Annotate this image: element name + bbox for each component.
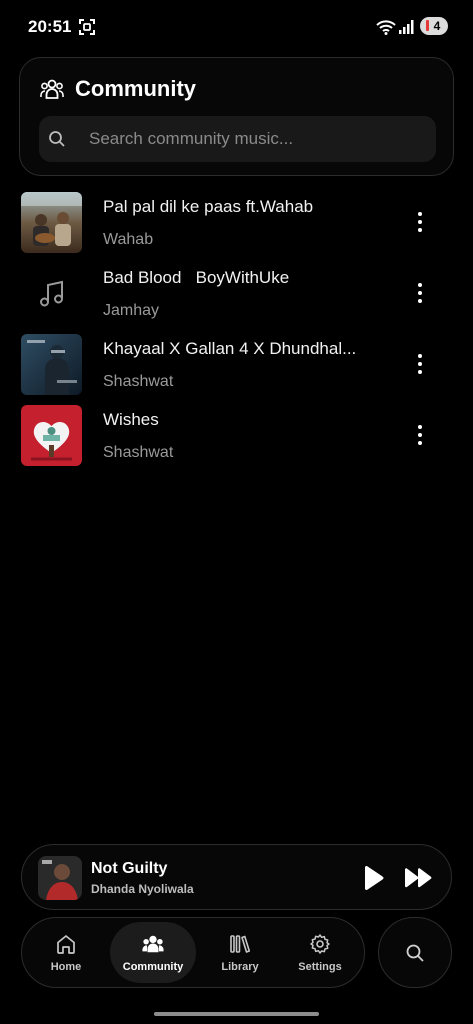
- now-playing-artist: Dhanda Nyoliwala: [91, 882, 194, 896]
- more-options-icon[interactable]: [408, 210, 432, 234]
- nav-settings-label: Settings: [298, 960, 342, 973]
- page-title: Community: [75, 76, 196, 101]
- nav-community[interactable]: Community: [110, 922, 196, 983]
- list-item[interactable]: Khayaal X Gallan 4 X Dhundhal... Shashwa…: [0, 330, 473, 401]
- play-icon[interactable]: [361, 865, 385, 891]
- song-title: Khayaal X Gallan 4 X Dhundhal...: [103, 339, 357, 358]
- home-indicator[interactable]: [154, 1012, 319, 1016]
- status-time: 20:51: [28, 17, 72, 36]
- search-bar[interactable]: [39, 116, 436, 162]
- album-art-placeholder: [21, 263, 82, 324]
- more-options-icon[interactable]: [408, 423, 432, 447]
- now-playing-art: [38, 856, 82, 900]
- song-title: Bad Blood BoyWithUke: [103, 268, 290, 287]
- search-icon: [406, 944, 424, 962]
- list-item[interactable]: Bad Blood BoyWithUke Jamhay: [0, 259, 473, 330]
- album-art: [21, 405, 82, 466]
- now-playing-title: Not Guilty: [91, 860, 168, 877]
- community-icon: [40, 79, 64, 99]
- song-artist: Wahab: [103, 231, 154, 248]
- more-options-icon[interactable]: [408, 281, 432, 305]
- gear-icon: [310, 933, 330, 954]
- library-icon: [230, 934, 251, 953]
- song-artist: Jamhay: [103, 302, 160, 319]
- more-options-icon[interactable]: [408, 352, 432, 376]
- mini-player[interactable]: Not Guilty Dhanda Nyoliwala: [21, 844, 452, 910]
- song-title: Wishes: [103, 410, 159, 429]
- list-item[interactable]: Pal pal dil ke paas ft.Wahab Wahab: [0, 188, 473, 259]
- community-icon: [142, 935, 164, 952]
- search-icon: [49, 131, 65, 147]
- song-artist: Shashwat: [103, 373, 174, 390]
- song-title: Pal pal dil ke paas ft.Wahab: [103, 197, 314, 216]
- music-note-icon: [39, 280, 63, 306]
- battery-level: 4: [433, 19, 441, 33]
- album-art: [21, 334, 82, 395]
- bottom-navigation: Home Community Library Settings: [21, 917, 365, 988]
- nav-home[interactable]: Home: [30, 922, 102, 983]
- nav-home-label: Home: [50, 960, 82, 973]
- search-input[interactable]: [89, 116, 429, 162]
- list-item[interactable]: Wishes Shashwat: [0, 401, 473, 472]
- battery-indicator: 4: [420, 17, 448, 35]
- battery-low-icon: [426, 20, 429, 31]
- signal-icon: [399, 20, 414, 34]
- wifi-icon: [376, 20, 396, 35]
- nav-library[interactable]: Library: [204, 922, 276, 983]
- song-artist: Shashwat: [103, 444, 174, 461]
- skip-forward-icon[interactable]: [404, 867, 432, 889]
- search-button[interactable]: [378, 917, 452, 988]
- album-art: [21, 192, 82, 253]
- nav-community-label: Community: [122, 960, 184, 973]
- home-icon: [57, 934, 75, 954]
- nav-library-label: Library: [221, 960, 259, 973]
- screen-capture-icon: [79, 19, 95, 35]
- nav-settings[interactable]: Settings: [284, 922, 356, 983]
- song-list: Pal pal dil ke paas ft.Wahab Wahab Bad B…: [0, 188, 473, 472]
- community-header: Community: [19, 57, 454, 176]
- status-bar: 20:51 4: [0, 0, 473, 56]
